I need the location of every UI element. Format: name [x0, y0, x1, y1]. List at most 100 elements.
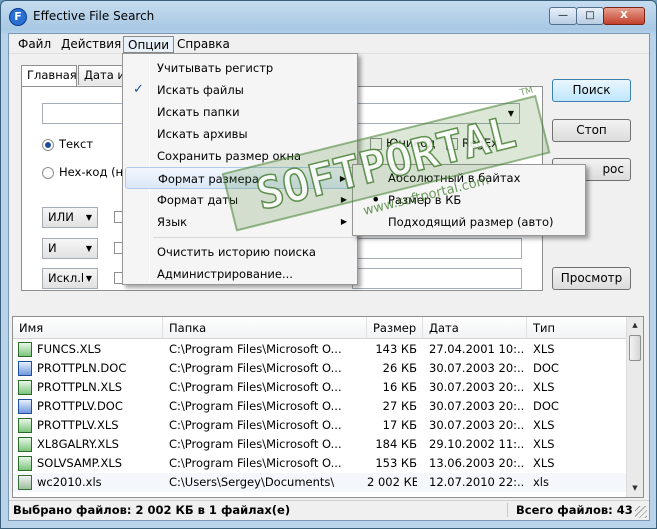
status-selected: Выбрано файлов: 2 002 КБ в 1 файлах(е) [13, 503, 291, 517]
cell-date: 30.07.2003 20:... [429, 380, 525, 394]
cell-size: 2 002 КБ [367, 475, 417, 489]
cell-size: 27 КБ [382, 399, 417, 413]
word-document-icon [18, 399, 32, 414]
logic-select-1[interactable]: ИЛИ ▼ [42, 207, 98, 228]
menu-item-clear-history[interactable]: Очистить историю поиска [125, 241, 355, 263]
menu-item-label: Формат даты [157, 193, 239, 207]
cell-type: XLS [533, 380, 555, 394]
menu-item-search-folders[interactable]: Искать папки [125, 101, 355, 123]
client-area: Файл Действия Опции Справка Главная Дата… [8, 33, 650, 521]
logic-select-3[interactable]: Искл.l ▼ [42, 268, 98, 289]
table-row[interactable]: wc2010.xls C:\Users\Sergey\Documents\ 2 00… [13, 473, 627, 492]
cell-folder: C:\Program Files\Microsoft O... [169, 437, 342, 451]
menu-item-language[interactable]: Язык ▶ [125, 211, 355, 233]
table-row[interactable]: PROTTPLN.XLS C:\Program Files\Microsoft O… [13, 378, 627, 397]
unicode-label: Юникод [386, 136, 436, 150]
cell-date: 30.07.2003 20:... [429, 399, 525, 413]
excel-spreadsheet-icon [18, 456, 32, 471]
app-window: F Effective File Search — □ X Файл Дейст… [0, 0, 657, 529]
menu-item-search-archives[interactable]: Искать архивы [125, 123, 355, 145]
table-row[interactable]: PROTTPLN.DOC C:\Program Files\Microsoft O… [13, 359, 627, 378]
scroll-down-icon[interactable]: ▼ [627, 480, 643, 497]
cell-date: 12.07.2010 22:... [429, 475, 525, 489]
title-bar[interactable]: F Effective File Search — □ X [1, 1, 656, 33]
menu-item-search-files[interactable]: ✓ Искать файлы [125, 79, 355, 101]
menu-separator [153, 237, 353, 238]
menu-item-label: Искать архивы [157, 127, 248, 141]
cell-folder: C:\Program Files\Microsoft O... [169, 380, 342, 394]
cell-size: 26 КБ [382, 361, 417, 375]
size-format-submenu: Абсолютный в байтах • Размер в КБ Подходя… [352, 164, 586, 236]
close-button[interactable]: X [603, 7, 645, 25]
column-header-size[interactable]: Размер [367, 317, 423, 339]
chevron-right-icon: ▶ [339, 174, 346, 183]
table-row[interactable]: PROTTPLV.XLS C:\Program Files\Microsoft O… [13, 416, 627, 435]
chevron-down-icon[interactable]: ▼ [503, 104, 519, 123]
submenu-item-label: Подходящий размер (авто) [388, 215, 554, 229]
maximize-button[interactable]: □ [576, 7, 604, 25]
app-logo-icon: F [9, 8, 27, 26]
submenu-item-label: Размер в КБ [388, 193, 462, 207]
scroll-thumb[interactable] [629, 335, 641, 361]
condition-input-2[interactable] [352, 238, 522, 259]
menu-item-date-format[interactable]: Формат даты ▶ [125, 189, 355, 211]
menu-item-label: Сохранить размер окна [157, 149, 302, 163]
table-row[interactable]: SOLVSAMP.XLS C:\Program Files\Microsoft O… [13, 454, 627, 473]
cell-size: 153 КБ [375, 456, 417, 470]
cell-folder: C:\Program Files\Microsoft O... [169, 456, 342, 470]
stop-button[interactable]: Стоп [552, 119, 631, 142]
submenu-item-auto[interactable]: Подходящий размер (авто) [355, 211, 583, 233]
excel-spreadsheet-icon [18, 437, 32, 452]
chevron-down-icon[interactable]: ▼ [81, 208, 97, 227]
scroll-up-icon[interactable]: ▲ [627, 317, 643, 334]
cell-folder: C:\Program Files\Microsoft O... [169, 361, 342, 375]
menu-item-save-window-size[interactable]: Сохранить размер окна [125, 145, 355, 167]
logic-select-2[interactable]: И ▼ [42, 238, 98, 259]
menu-options[interactable]: Опции [123, 36, 175, 53]
cell-size: 184 КБ [375, 437, 417, 451]
column-header-folder[interactable]: Папка [163, 317, 367, 339]
chevron-down-icon[interactable]: ▼ [81, 239, 97, 258]
preview-button[interactable]: Просмотр [552, 267, 631, 290]
menu-help[interactable]: Справка [173, 36, 234, 53]
cell-name: PROTTPLN.XLS [37, 380, 123, 394]
radio-text[interactable] [42, 139, 54, 151]
condition-input-3[interactable] [352, 268, 522, 289]
resize-grip[interactable] [635, 506, 647, 518]
unicode-checkbox[interactable] [370, 138, 382, 150]
cell-folder: C:\Program Files\Microsoft O... [169, 418, 342, 432]
submenu-item-kb[interactable]: • Размер в КБ [355, 189, 583, 211]
cell-type: DOC [533, 399, 559, 413]
menu-item-administration[interactable]: Администрирование... [125, 263, 355, 285]
table-row[interactable]: XL8GALRY.XLS C:\Program Files\Microsoft O… [13, 435, 627, 454]
menu-item-case-sensitive[interactable]: Учитывать регистр [125, 57, 355, 79]
excel-spreadsheet-icon [18, 475, 32, 490]
cell-type: XLS [533, 342, 555, 356]
column-header-date[interactable]: Дата [423, 317, 527, 339]
menu-item-label: Учитывать регистр [157, 61, 274, 75]
table-row[interactable]: FUNCS.XLS C:\Program Files\Microsoft O...… [13, 340, 627, 359]
radio-hex[interactable] [42, 167, 54, 179]
submenu-item-absolute-bytes[interactable]: Абсолютный в байтах [355, 167, 583, 189]
menu-item-label: Язык [157, 215, 188, 229]
tab-main[interactable]: Главная [21, 65, 77, 86]
cell-type: DOC [533, 361, 559, 375]
regex-checkbox[interactable] [446, 138, 458, 150]
minimize-button[interactable]: — [549, 7, 577, 25]
chevron-down-icon[interactable]: ▼ [81, 269, 97, 288]
cell-date: 30.07.2003 20:... [429, 418, 525, 432]
search-button[interactable]: Поиск [552, 79, 631, 102]
column-header-name[interactable]: Имя [13, 317, 163, 339]
vertical-scrollbar[interactable]: ▲ ▼ [626, 317, 643, 497]
menu-item-size-format[interactable]: Формат размера ▶ [125, 167, 355, 189]
logic-select-1-value: ИЛИ [48, 210, 74, 224]
column-header-type[interactable]: Тип [527, 317, 627, 339]
table-row[interactable]: PROTTPLV.DOC C:\Program Files\Microsoft O… [13, 397, 627, 416]
results-list[interactable]: Имя Папка Размер Дата Тип FUNCS.XLS C:\Pr… [12, 316, 644, 498]
menu-file[interactable]: Файл [14, 36, 55, 53]
cell-date: 29.10.2002 11:... [429, 437, 525, 451]
cell-name: PROTTPLV.XLS [37, 418, 119, 432]
menu-actions[interactable]: Действия [57, 36, 125, 53]
cell-name: SOLVSAMP.XLS [37, 456, 123, 470]
radio-bullet-icon: • [371, 190, 381, 209]
